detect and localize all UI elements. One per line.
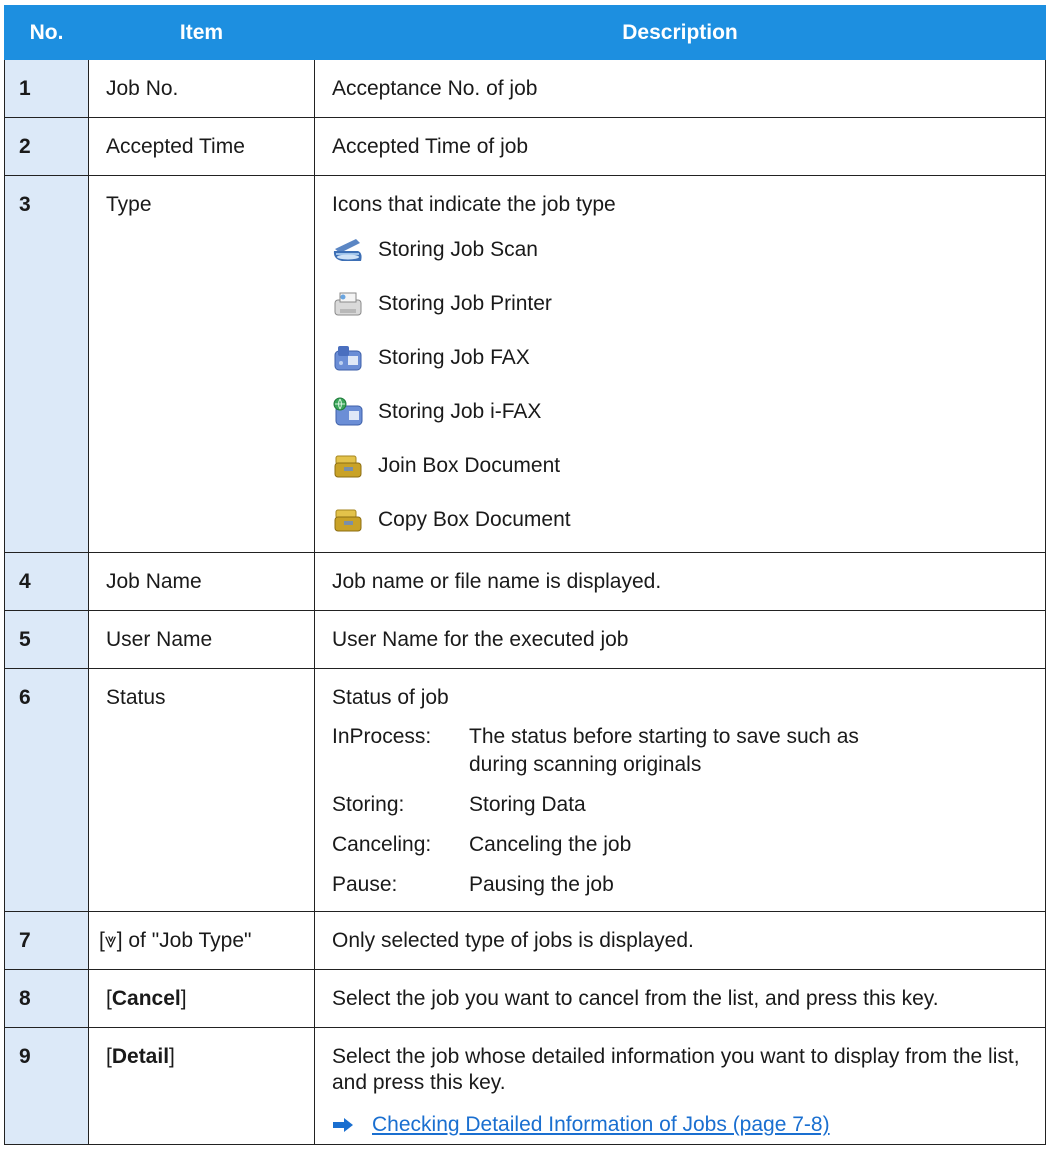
status-key: Pause: <box>332 873 398 896</box>
status-value: The status before starting to save such … <box>469 725 859 776</box>
row-item: Job Name <box>88 552 315 611</box>
status-intro: Status of job <box>332 686 449 709</box>
status-value: Pausing the job <box>469 873 614 896</box>
key-name: Detail <box>111 1045 170 1068</box>
row-item: Job No. <box>88 59 315 118</box>
type-entry: Join Box Document <box>332 444 1045 488</box>
status-value: Storing Data <box>469 793 586 816</box>
table-row: 7 [⩔] of "Job Type" Only selected type o… <box>4 911 1046 970</box>
status-key: Storing: <box>332 793 405 816</box>
status-key: InProcess: <box>332 725 432 748</box>
table-row: 9 [Detail] Select the job whose detailed… <box>4 1027 1046 1145</box>
row-description: Only selected type of jobs is displayed. <box>314 911 1046 970</box>
row-item: Type <box>88 175 315 553</box>
table-row: 6 Status Status of job InProcess: The st… <box>4 668 1046 912</box>
type-label: Storing Job i-FAX <box>378 400 542 423</box>
type-label: Copy Box Document <box>378 508 571 531</box>
row-number: 5 <box>4 610 89 669</box>
header-no: No. <box>4 5 89 60</box>
table-row: 5 User Name User Name for the executed j… <box>4 610 1046 669</box>
table-row: 8 [Cancel] Select the job you want to ca… <box>4 969 1046 1028</box>
row-item: [Cancel] <box>88 969 315 1028</box>
bracket-close: ] <box>169 1045 175 1068</box>
chevron-down-icon: ⩔ <box>104 929 117 952</box>
type-label: Storing Job Printer <box>378 292 552 315</box>
row-description: User Name for the executed job <box>314 610 1046 669</box>
row-item: [⩔] of "Job Type" <box>88 911 315 970</box>
printer-icon <box>334 292 362 316</box>
key-name: Cancel <box>111 987 181 1010</box>
row-description: Accepted Time of job <box>314 117 1046 176</box>
arrow-right-icon <box>333 1118 353 1132</box>
row-item: [Detail] <box>88 1027 315 1145</box>
type-intro: Icons that indicate the job type <box>332 193 616 216</box>
row-number: 9 <box>4 1027 89 1145</box>
type-entry: Copy Box Document <box>332 498 1045 542</box>
box-icon <box>334 455 362 478</box>
row-number: 3 <box>4 175 89 553</box>
fax-icon <box>334 346 362 371</box>
row-item: Status <box>88 668 315 912</box>
description-table: No. Item Description 1 Job No. Acceptanc… <box>4 5 1046 1145</box>
row-number: 2 <box>4 117 89 176</box>
status-entry: Pause: Pausing the job <box>332 871 1045 899</box>
row-description: Job name or file name is displayed. <box>314 552 1046 611</box>
table-row: 1 Job No. Acceptance No. of job <box>4 59 1046 118</box>
row-description: Select the job you want to cancel from t… <box>314 969 1046 1028</box>
reference-link[interactable]: Checking Detailed Information of Jobs (p… <box>372 1112 830 1138</box>
table-row: 2 Accepted Time Accepted Time of job <box>4 117 1046 176</box>
bracket-close: ] <box>180 987 187 1010</box>
row-description: Icons that indicate the job type Storing… <box>314 175 1046 553</box>
ifax-icon <box>333 397 363 426</box>
reference-link-line: Checking Detailed Information of Jobs (p… <box>332 1112 1045 1138</box>
table-row: 4 Job Name Job name or file name is disp… <box>4 552 1046 611</box>
row-item: User Name <box>88 610 315 669</box>
scan-icon <box>333 239 362 261</box>
row-description: Status of job InProcess: The status befo… <box>314 668 1046 912</box>
row-number: 4 <box>4 552 89 611</box>
type-entry: Storing Job Printer <box>332 282 1045 326</box>
row-description: Select the job whose detailed informatio… <box>314 1027 1046 1145</box>
type-entry: Storing Job Scan <box>332 228 1045 272</box>
status-entry: Storing: Storing Data <box>332 791 1045 819</box>
box-icon <box>334 509 362 532</box>
status-entry: InProcess: The status before starting to… <box>332 723 1045 779</box>
row-number: 1 <box>4 59 89 118</box>
row-item: Accepted Time <box>88 117 315 176</box>
header-item: Item <box>88 5 315 60</box>
row-number: 8 <box>4 969 89 1028</box>
type-label: Storing Job Scan <box>378 238 538 261</box>
status-key: Canceling: <box>332 833 432 856</box>
type-entry: Storing Job i-FAX <box>332 390 1045 434</box>
row-number: 6 <box>4 668 89 912</box>
type-label: Storing Job FAX <box>378 346 530 369</box>
status-entry: Canceling: Canceling the job <box>332 831 1045 859</box>
type-label: Join Box Document <box>378 454 561 477</box>
row-number: 7 <box>4 911 89 970</box>
header-description: Description <box>314 5 1046 60</box>
detail-description: Select the job whose detailed informatio… <box>332 1045 1020 1094</box>
table-row: 3 Type Icons that indicate the job type … <box>4 175 1046 553</box>
status-value: Canceling the job <box>469 833 632 856</box>
item-suffix: ] of "Job Type" <box>116 929 252 952</box>
type-entry: Storing Job FAX <box>332 336 1045 380</box>
header-row: No. Item Description <box>4 5 1046 60</box>
row-description: Acceptance No. of job <box>314 59 1046 118</box>
